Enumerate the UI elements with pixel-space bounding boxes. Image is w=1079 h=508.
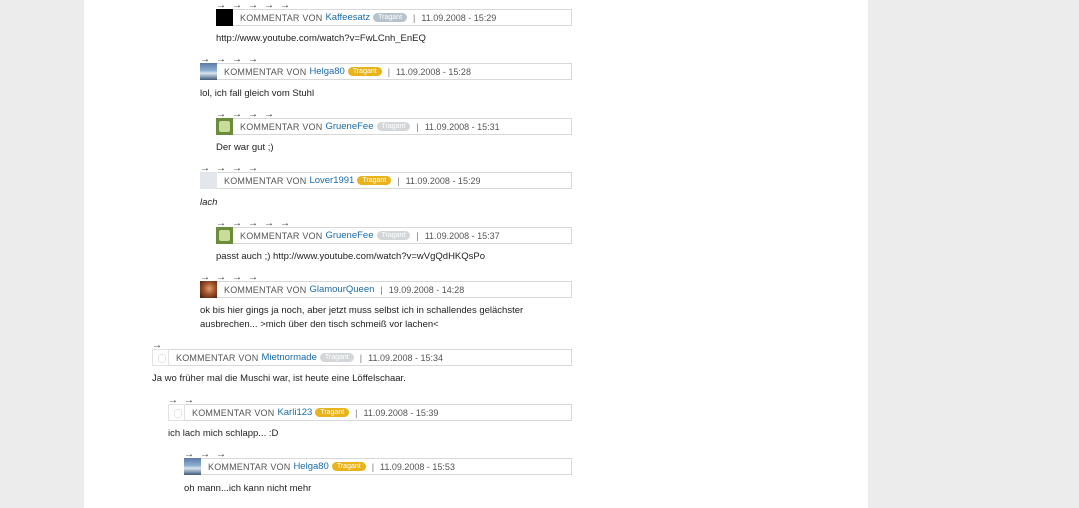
- separator: |: [416, 230, 419, 241]
- comment-text: ausbrechen... >mich über den tisch schme…: [200, 319, 439, 330]
- comment-thread: → → → → → KOMMENTAR VON Kaffeesatz Tragant |…: [84, 0, 868, 508]
- comment-date: 11.09.2008 - 15:31: [424, 121, 500, 132]
- user-avatar[interactable]: [216, 9, 233, 26]
- comment-label: KOMMENTAR VON: [224, 66, 307, 77]
- rank-badge: Tragant: [357, 176, 392, 185]
- comment-header: KOMMENTAR VON GlamourQueen | 19.09.2008 …: [217, 281, 572, 298]
- rank-badge: Tragant: [373, 13, 408, 22]
- separator: |: [380, 284, 383, 295]
- separator: |: [413, 12, 416, 23]
- comment-date: 11.09.2008 - 15:29: [421, 12, 497, 23]
- separator: |: [397, 175, 400, 186]
- comment-header: KOMMENTAR VON Helga80 Tragant | 11.09.20…: [217, 63, 572, 80]
- username-link[interactable]: Mietnormade: [261, 352, 316, 363]
- comment-date: 11.09.2008 - 15:53: [380, 461, 455, 472]
- user-avatar[interactable]: [200, 63, 217, 80]
- comment-date: 19.09.2008 - 14:28: [388, 284, 465, 295]
- comment-text: ok bis hier gings ja noch, aber jetzt mu…: [200, 305, 524, 316]
- comment-label: KOMMENTAR VON: [224, 284, 307, 295]
- separator: |: [359, 352, 363, 363]
- comment-date: 11.09.2008 - 15:37: [424, 230, 500, 241]
- comment-text: lol, ich fall gleich vom Stuhl: [200, 88, 315, 99]
- username-link[interactable]: GrueneFee: [325, 230, 373, 241]
- comment-text: Ja wo früher mal die Muschi war, ist heu…: [152, 373, 406, 384]
- comment-header: KOMMENTAR VON GrueneFee Tragant | 11.09.…: [233, 118, 572, 135]
- user-avatar[interactable]: [184, 458, 201, 475]
- user-avatar[interactable]: [200, 281, 217, 298]
- username-link[interactable]: Helga80: [309, 66, 344, 77]
- comment-label: KOMMENTAR VON: [224, 175, 307, 186]
- username-link[interactable]: GlamourQueen: [309, 284, 374, 295]
- rank-badge: Tragant: [376, 231, 411, 240]
- comment-label: KOMMENTAR VON: [240, 230, 323, 241]
- comment-text: passt auch ;) http://www.youtube.com/wat…: [216, 251, 486, 262]
- comment-date: 11.09.2008 - 15:28: [396, 66, 471, 77]
- comment-date: 11.09.2008 - 15:29: [405, 175, 481, 186]
- comment-text: http://www.youtube.com/watch?v=FwLCnh_En…: [216, 33, 426, 44]
- username-link[interactable]: Karli123: [277, 407, 312, 418]
- comment-header: KOMMENTAR VON Mietnormade Tragant | 11.0…: [169, 349, 572, 366]
- comment-label: KOMMENTAR VON: [240, 12, 323, 23]
- comment-text: lach: [200, 197, 218, 208]
- comment-header: KOMMENTAR VON Kaffeesatz Tragant | 11.09…: [233, 9, 572, 26]
- comment-text: ich lach mich schlapp... :D: [168, 428, 279, 439]
- comment-date: 11.09.2008 - 15:39: [363, 407, 439, 418]
- separator: |: [371, 461, 375, 472]
- user-avatar[interactable]: [216, 227, 233, 244]
- rank-badge: Tragant: [319, 353, 354, 362]
- rank-badge: Tragant: [376, 122, 411, 131]
- username-link[interactable]: Helga80: [293, 461, 328, 472]
- user-avatar[interactable]: [216, 118, 233, 135]
- comment-header: KOMMENTAR VON GrueneFee Tragant | 11.09.…: [233, 227, 572, 244]
- comment-text: oh mann...ich kann nicht mehr: [184, 483, 312, 494]
- username-link[interactable]: Kaffeesatz: [325, 12, 370, 23]
- separator: |: [416, 121, 419, 132]
- comment-header: KOMMENTAR VON Karli123 Tragant | 11.09.2…: [185, 404, 572, 421]
- username-link[interactable]: Lover1991: [309, 175, 354, 186]
- comment-label: KOMMENTAR VON: [192, 407, 275, 418]
- comment-label: KOMMENTAR VON: [176, 352, 259, 363]
- comment-header: KOMMENTAR VON Lover1991 Tragant | 11.09.…: [217, 172, 572, 189]
- user-avatar[interactable]: [168, 404, 185, 421]
- user-avatar[interactable]: [152, 349, 169, 366]
- rank-badge: Tragant: [315, 408, 350, 417]
- comment-label: KOMMENTAR VON: [240, 121, 323, 132]
- username-link[interactable]: GrueneFee: [325, 121, 373, 132]
- comment-header: KOMMENTAR VON Helga80 Tragant | 11.09.20…: [201, 458, 572, 475]
- separator: |: [387, 66, 391, 77]
- comment-text: Der war gut ;): [216, 142, 274, 153]
- comment-label: KOMMENTAR VON: [208, 461, 291, 472]
- separator: |: [355, 407, 358, 418]
- rank-badge: Tragant: [331, 462, 366, 471]
- comment-date: 11.09.2008 - 15:34: [368, 352, 444, 363]
- user-avatar[interactable]: [200, 172, 217, 189]
- rank-badge: Tragant: [347, 67, 382, 76]
